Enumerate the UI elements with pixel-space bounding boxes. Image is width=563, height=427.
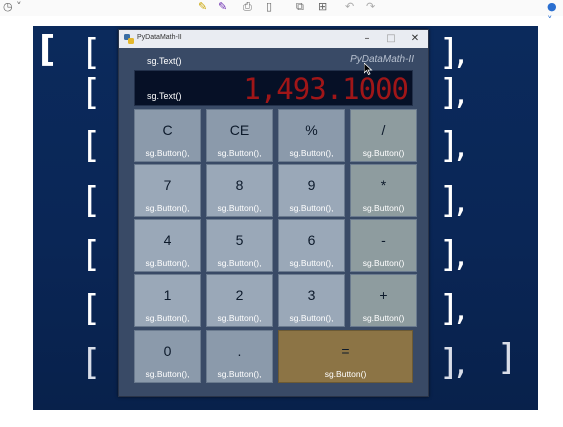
row-close-bracket: ],	[441, 72, 467, 113]
digit-5-button[interactable]: 5 sg.Button(),	[206, 219, 273, 272]
window-title: PyDataMath-II	[137, 34, 182, 41]
clear-button[interactable]: Csg.Button(),	[134, 109, 201, 162]
outer-close-bracket: ]	[499, 337, 514, 378]
digit-4-button[interactable]: 4 sg.Button(),	[134, 219, 201, 272]
row-open-bracket: [	[85, 180, 100, 221]
divide-button[interactable]: / sg.Button()	[350, 109, 417, 162]
row-open-bracket: [	[85, 125, 100, 166]
close-button[interactable]: ✕	[405, 32, 425, 46]
row-open-bracket: [	[85, 72, 100, 113]
row-open-bracket: [	[85, 342, 100, 383]
row-open-bracket: [	[85, 288, 100, 329]
redo-icon[interactable]: ↷	[366, 0, 375, 14]
digit-7-button[interactable]: 7 sg.Button(),	[134, 164, 201, 217]
highlighter-icon[interactable]: ✎	[198, 0, 207, 14]
row-close-bracket: ],	[441, 32, 467, 73]
calculator-body: sg.Text() PyDataMath-II sg.Text() 1,493.…	[119, 48, 428, 396]
brand-label: PyDataMath-II	[350, 54, 414, 65]
decimal-point-button[interactable]: . sg.Button(),	[206, 330, 273, 383]
row-open-bracket: [	[85, 234, 100, 275]
row-close-bracket: ],	[441, 125, 467, 166]
row-close-bracket: ],	[441, 234, 467, 275]
multiply-button[interactable]: * sg.Button()	[350, 164, 417, 217]
history-icon[interactable]: ◷ ˅	[3, 0, 22, 14]
row-open-bracket: [	[85, 32, 100, 73]
digit-2-button[interactable]: 2 sg.Button(),	[206, 274, 273, 327]
window-titlebar[interactable]: PyDataMath-II – □ ✕	[119, 30, 428, 48]
add-space-icon[interactable]: ⊞	[318, 0, 327, 14]
row-close-bracket: ],	[441, 180, 467, 221]
add-button[interactable]: + sg.Button()	[350, 274, 417, 327]
digit-8-button[interactable]: 8 sg.Button(),	[206, 164, 273, 217]
clear-entry-button[interactable]: CE sg.Button(),	[206, 109, 273, 162]
minimize-button[interactable]: –	[357, 32, 377, 46]
percent-button[interactable]: % sg.Button(),	[278, 109, 345, 162]
top-text-label: sg.Text()	[147, 56, 182, 66]
mouse-cursor-icon	[364, 63, 373, 75]
digit-9-button[interactable]: 9 sg.Button(),	[278, 164, 345, 217]
display-text-label: sg.Text()	[147, 91, 182, 101]
maximize-button[interactable]: □	[381, 32, 401, 46]
lasso-icon[interactable]: ⧉	[296, 0, 304, 14]
python-app-icon	[124, 34, 134, 44]
digit-1-button[interactable]: 1 sg.Button(),	[134, 274, 201, 327]
digit-0-button[interactable]: 0 sg.Button(),	[134, 330, 201, 383]
calculator-window: PyDataMath-II – □ ✕ sg.Text() PyDataMath…	[118, 29, 429, 397]
subtract-button[interactable]: - sg.Button()	[350, 219, 417, 272]
pen-icon[interactable]: ✎	[218, 0, 227, 14]
equals-button[interactable]: = sg.Button()	[278, 330, 413, 383]
editor-toolbar: ◷ ˅ ✎ ✎ ⎙ ▯ ⧉ ⊞ ↶ ↷ ● ˅	[0, 0, 563, 27]
undo-icon[interactable]: ↶	[345, 0, 354, 14]
digit-6-button[interactable]: 6 sg.Button(),	[278, 219, 345, 272]
ruler-icon[interactable]: ▯	[266, 0, 272, 14]
color-picker-icon[interactable]: ● ˅	[547, 0, 563, 27]
result-display: sg.Text() 1,493.1000	[134, 70, 413, 106]
digit-3-button[interactable]: 3 sg.Button(),	[278, 274, 345, 327]
display-value: 1,493.1000	[243, 72, 409, 106]
row-close-bracket: ],	[441, 288, 467, 329]
row-close-bracket: ],	[441, 342, 467, 383]
outer-open-bracket: [	[39, 29, 56, 70]
eraser-icon[interactable]: ⎙	[243, 0, 252, 14]
